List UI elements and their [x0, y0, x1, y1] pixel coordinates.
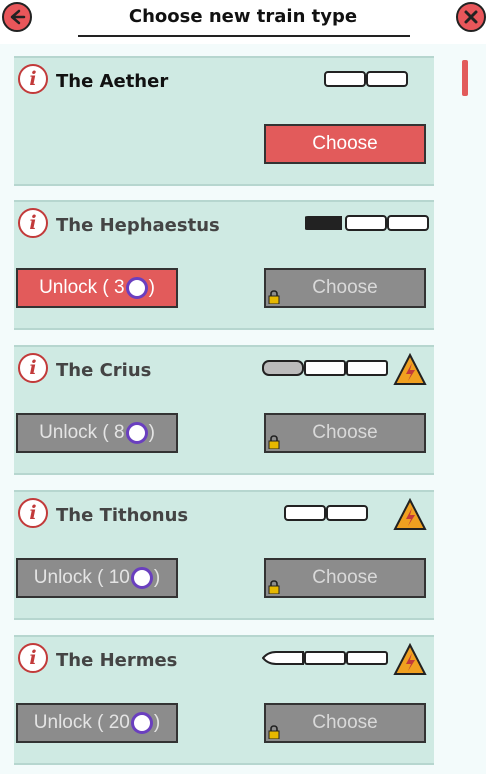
coin-icon [130, 567, 153, 589]
info-icon[interactable]: i [18, 643, 48, 673]
unlock-button[interactable]: Unlock ( 10 ) [16, 558, 178, 598]
title-underline [78, 35, 410, 37]
train-name: The Aether [56, 71, 169, 92]
warning-lightning-icon [393, 498, 427, 530]
lock-icon [268, 580, 280, 594]
close-x-icon [464, 10, 478, 24]
unlock-button[interactable]: Unlock ( 8 ) [16, 413, 178, 453]
train-card-crius: i The Crius Unlock ( 8 ) Choose [14, 345, 434, 475]
info-icon[interactable]: i [18, 353, 48, 383]
unlock-label: Unlock ( 10 [33, 567, 130, 588]
choose-label: Choose [312, 567, 378, 588]
info-icon[interactable]: i [18, 64, 48, 94]
choose-button[interactable]: Choose [264, 413, 426, 453]
scrollbar[interactable] [462, 60, 468, 96]
info-icon[interactable]: i [18, 208, 48, 238]
choose-label: Choose [312, 277, 378, 298]
choose-button[interactable]: Choose [264, 558, 426, 598]
unlock-label: Unlock ( 3 [39, 277, 125, 298]
train-name: The Tithonus [56, 505, 189, 526]
unlock-button[interactable]: Unlock ( 3 ) [16, 268, 178, 308]
train-name: The Hephaestus [56, 215, 220, 236]
info-icon[interactable]: i [18, 498, 48, 528]
header: Choose new train type [0, 0, 486, 44]
unlock-label-end: ) [153, 567, 161, 588]
train-cars-icon [284, 505, 368, 521]
lock-icon [268, 290, 280, 304]
choose-button[interactable]: Choose [264, 268, 426, 308]
choose-label: Choose [312, 422, 378, 443]
lock-icon [268, 725, 280, 739]
train-card-tithonus: i The Tithonus Unlock ( 10 ) Choose [14, 490, 434, 620]
unlock-label: Unlock ( 8 [39, 422, 125, 443]
coin-icon [125, 422, 148, 444]
train-cars-icon [305, 215, 429, 231]
coin-icon [130, 712, 153, 734]
coin-icon [125, 277, 148, 299]
train-name: The Crius [56, 360, 152, 381]
unlock-label-end: ) [148, 422, 155, 443]
unlock-label-end: ) [148, 277, 155, 298]
close-button[interactable] [456, 2, 486, 32]
warning-lightning-icon [393, 643, 427, 675]
lock-icon [268, 435, 280, 449]
train-cars-icon [262, 651, 388, 665]
choose-button[interactable]: Choose [264, 703, 426, 743]
unlock-label: Unlock ( 20 [33, 712, 130, 733]
unlock-button[interactable]: Unlock ( 20 ) [16, 703, 178, 743]
train-card-hephaestus: i The Hephaestus Unlock ( 3 ) Choose [14, 200, 434, 330]
train-name: The Hermes [56, 650, 178, 671]
choose-label: Choose [312, 712, 378, 733]
choose-button[interactable]: Choose [264, 124, 426, 164]
warning-lightning-icon [393, 353, 427, 385]
page-title: Choose new train type [128, 6, 358, 27]
train-cars-icon [324, 71, 408, 87]
train-cars-icon [262, 360, 388, 376]
train-card-aether: i The Aether Choose [14, 56, 434, 186]
unlock-label-end: ) [153, 712, 161, 733]
train-card-hermes: i The Hermes Unlock ( 20 ) Choose [14, 635, 434, 765]
